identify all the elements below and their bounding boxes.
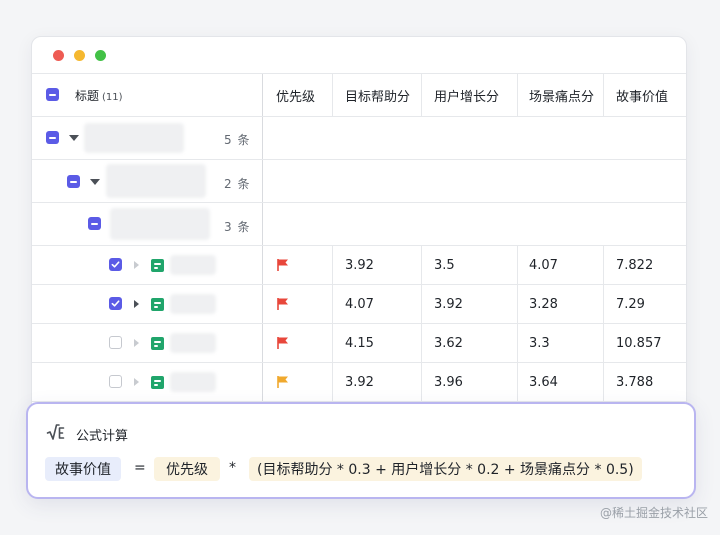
- blurred-row-name: [170, 294, 216, 314]
- blurred-row-name: [170, 255, 216, 275]
- checkbox-icon[interactable]: [109, 375, 122, 388]
- growth-score-cell[interactable]: 3.62: [422, 324, 518, 362]
- window-titlebar: [32, 37, 686, 74]
- group-count: 2 条: [224, 177, 251, 191]
- story-value-cell[interactable]: 3.788: [604, 363, 686, 401]
- header-title-cell[interactable]: 标题 (11): [32, 74, 263, 116]
- header-col-growth-score[interactable]: 用户增长分: [422, 74, 518, 116]
- close-window-button[interactable]: [53, 50, 64, 61]
- caret-right-icon[interactable]: [134, 378, 139, 386]
- blurred-group-name: [110, 208, 210, 240]
- checkbox-icon[interactable]: [109, 258, 122, 271]
- group-row-level-2[interactable]: 2 条: [32, 160, 686, 203]
- formula-panel: 公式计算 故事价值 = 优先级 * (目标帮助分 * 0.3 + 用户增长分 *…: [26, 402, 696, 499]
- formula-equals: =: [134, 460, 146, 476]
- goal-score-cell[interactable]: 3.92: [333, 246, 422, 284]
- priority-cell[interactable]: [263, 285, 333, 323]
- group-title-cell: 5 条: [32, 117, 263, 159]
- pain-score-cell[interactable]: 3.64: [518, 363, 604, 401]
- flag-icon: [277, 376, 288, 388]
- doc-icon: [151, 259, 164, 272]
- formula-label: 公式计算: [76, 429, 129, 444]
- maximize-window-button[interactable]: [95, 50, 106, 61]
- group-empty-area: [263, 160, 686, 202]
- group-empty-area: [263, 117, 686, 159]
- pain-score-cell[interactable]: 3.3: [518, 324, 604, 362]
- minus-checkbox-icon[interactable]: [67, 175, 80, 188]
- doc-icon: [151, 298, 164, 311]
- priority-cell[interactable]: [263, 246, 333, 284]
- priority-cell[interactable]: [263, 363, 333, 401]
- formula-result-field-chip[interactable]: 故事价值: [45, 457, 121, 481]
- blurred-row-name: [170, 333, 216, 353]
- checkbox-icon[interactable]: [109, 297, 122, 310]
- minimize-window-button[interactable]: [74, 50, 85, 61]
- blurred-group-name: [84, 123, 184, 153]
- header-title-count: (11): [102, 91, 123, 103]
- group-row-level-3[interactable]: 3 条: [32, 203, 686, 246]
- growth-score-cell[interactable]: 3.92: [422, 285, 518, 323]
- group-title-cell: 2 条: [32, 160, 263, 202]
- minus-checkbox-icon[interactable]: [88, 217, 101, 230]
- pain-score-cell[interactable]: 4.07: [518, 246, 604, 284]
- header-col-pain-score[interactable]: 场景痛点分: [518, 74, 604, 116]
- header-col-priority[interactable]: 优先级: [263, 74, 333, 116]
- pain-score-cell[interactable]: 3.28: [518, 285, 604, 323]
- formula-times: *: [229, 460, 236, 476]
- watermark: @稀土掘金技术社区: [599, 506, 708, 520]
- select-all-checkbox-icon[interactable]: [46, 88, 59, 101]
- group-title-cell: 3 条: [32, 203, 263, 245]
- group-count: 5 条: [224, 133, 251, 147]
- table-row[interactable]: 3.92 3.96 3.64 3.788: [32, 363, 686, 402]
- doc-icon: [151, 376, 164, 389]
- row-title-cell: [32, 285, 263, 323]
- flag-icon: [277, 337, 288, 349]
- goal-score-cell[interactable]: 4.15: [333, 324, 422, 362]
- header-col-story-value[interactable]: 故事价值: [604, 74, 686, 116]
- growth-score-cell[interactable]: 3.5: [422, 246, 518, 284]
- doc-icon: [151, 337, 164, 350]
- goal-score-cell[interactable]: 4.07: [333, 285, 422, 323]
- growth-score-cell[interactable]: 3.96: [422, 363, 518, 401]
- row-title-cell: [32, 363, 263, 401]
- story-value-cell[interactable]: 7.29: [604, 285, 686, 323]
- flag-icon: [277, 259, 288, 271]
- checkbox-icon[interactable]: [109, 336, 122, 349]
- table-header-row: 标题 (11) 优先级 目标帮助分 用户增长分 场景痛点分 故事价值: [32, 74, 686, 117]
- table-row[interactable]: 4.15 3.62 3.3 10.857: [32, 324, 686, 363]
- blurred-row-name: [170, 372, 216, 392]
- caret-right-icon[interactable]: [134, 261, 139, 269]
- data-table: 标题 (11) 优先级 目标帮助分 用户增长分 场景痛点分 故事价值 5 条 2…: [32, 74, 686, 402]
- goal-score-cell[interactable]: 3.92: [333, 363, 422, 401]
- header-col-goal-score[interactable]: 目标帮助分: [333, 74, 422, 116]
- group-empty-area: [263, 203, 686, 245]
- caret-down-icon[interactable]: [90, 179, 100, 185]
- story-value-cell[interactable]: 7.822: [604, 246, 686, 284]
- story-value-cell[interactable]: 10.857: [604, 324, 686, 362]
- caret-right-icon[interactable]: [134, 339, 139, 347]
- formula-expression-chip[interactable]: (目标帮助分 * 0.3 + 用户增长分 * 0.2 + 场景痛点分 * 0.5…: [249, 457, 642, 481]
- table-row[interactable]: 4.07 3.92 3.28 7.29: [32, 285, 686, 324]
- caret-right-icon[interactable]: [134, 300, 139, 308]
- group-count: 3 条: [224, 220, 251, 234]
- sqrt-formula-icon: [46, 424, 65, 440]
- table-row[interactable]: 3.92 3.5 4.07 7.822: [32, 246, 686, 285]
- group-row-level-1[interactable]: 5 条: [32, 117, 686, 160]
- header-title-label: 标题 (11): [75, 87, 123, 104]
- header-title-text: 标题: [75, 88, 100, 103]
- row-title-cell: [32, 246, 263, 284]
- blurred-group-name: [106, 164, 206, 198]
- formula-priority-chip[interactable]: 优先级: [154, 457, 220, 481]
- flag-icon: [277, 298, 288, 310]
- row-title-cell: [32, 324, 263, 362]
- caret-down-icon[interactable]: [69, 135, 79, 141]
- table-window: 标题 (11) 优先级 目标帮助分 用户增长分 场景痛点分 故事价值 5 条 2…: [31, 36, 687, 426]
- minus-checkbox-icon[interactable]: [46, 131, 59, 144]
- priority-cell[interactable]: [263, 324, 333, 362]
